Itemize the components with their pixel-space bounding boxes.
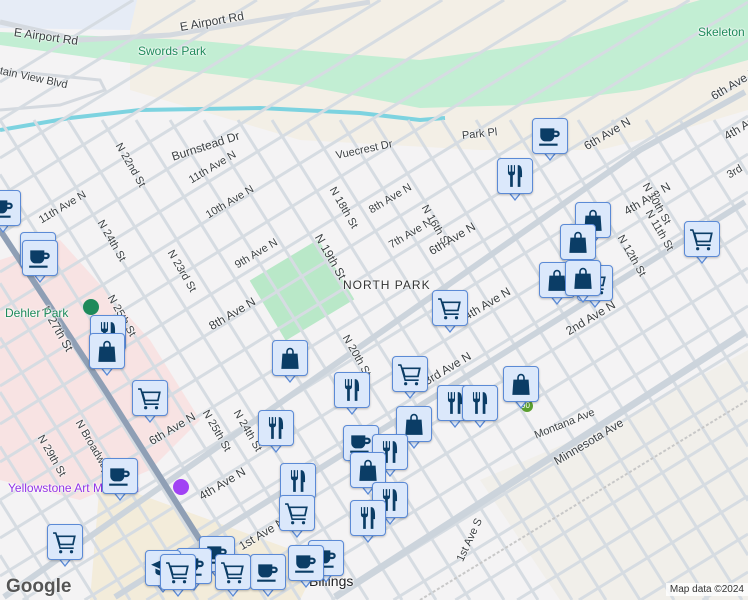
shopping-cart-icon [690, 229, 713, 251]
google-logo[interactable]: Google [6, 576, 71, 598]
shopping-marker[interactable] [89, 333, 125, 379]
marker-box [392, 356, 428, 392]
marker-box [160, 554, 196, 590]
shopping-bag-icon [359, 459, 377, 481]
marker-box [22, 240, 58, 276]
restaurant-marker[interactable] [334, 372, 370, 418]
marker-box [250, 554, 286, 590]
marker-box [350, 500, 386, 536]
marker-box [47, 524, 83, 560]
neighborhood-label: NORTH PARK [343, 278, 431, 292]
cafe-marker[interactable] [250, 554, 286, 600]
fork-knife-icon [268, 417, 284, 439]
marker-box [280, 463, 316, 499]
park-label: Swords Park [138, 44, 207, 58]
cart-marker[interactable] [160, 554, 196, 600]
coffee-cup-icon [109, 468, 130, 486]
marker-box [132, 380, 168, 416]
marker-box [0, 190, 21, 226]
marker-box [215, 554, 251, 590]
coffee-cup-icon [0, 200, 13, 218]
shopping-bag-icon [281, 347, 299, 369]
shopping-bag-icon [98, 340, 116, 362]
marker-box [560, 224, 596, 260]
park-label: Dehler Park [5, 306, 69, 320]
marker-box [565, 260, 601, 296]
coffee-cup-icon [257, 564, 278, 582]
shopping-cart-icon [166, 562, 189, 584]
fork-knife-icon [472, 392, 488, 414]
shopping-cart-icon [221, 562, 244, 584]
marker-box [258, 410, 294, 446]
marker-box [497, 158, 533, 194]
cafe-marker[interactable] [102, 458, 138, 504]
fork-knife-icon [290, 470, 306, 492]
cafe-marker[interactable] [532, 118, 568, 164]
shopping-cart-icon [398, 364, 421, 386]
fork-knife-icon [344, 379, 360, 401]
restaurant-marker[interactable] [258, 410, 294, 456]
marker-box [532, 118, 568, 154]
marker-box [89, 333, 125, 369]
cafe-marker[interactable] [288, 545, 324, 591]
shopping-cart-icon [438, 298, 461, 320]
marker-box [432, 290, 468, 326]
marker-box [279, 495, 315, 531]
marker-box [272, 340, 308, 376]
coffee-cup-icon [295, 555, 316, 573]
fork-knife-icon [507, 165, 523, 187]
marker-box [334, 372, 370, 408]
shopping-cart-icon [285, 503, 308, 525]
marker-box [102, 458, 138, 494]
shopping-marker[interactable] [565, 260, 601, 306]
cart-marker[interactable] [215, 554, 251, 600]
cafe-marker[interactable] [22, 240, 58, 286]
fork-knife-icon [360, 507, 376, 529]
shopping-bag-icon [512, 373, 530, 395]
cafe-marker[interactable] [0, 190, 21, 236]
park-label: Skeleton [698, 25, 745, 39]
marker-box [288, 545, 324, 581]
cart-marker[interactable] [132, 380, 168, 426]
restaurant-marker[interactable] [497, 158, 533, 204]
shopping-bag-icon [574, 267, 592, 289]
cart-marker[interactable] [392, 356, 428, 402]
restaurant-marker[interactable] [462, 385, 498, 431]
shopping-cart-icon [53, 532, 76, 554]
coffee-cup-icon [29, 250, 50, 268]
map-attribution[interactable]: Map data ©2024 [665, 583, 748, 596]
marker-box [503, 366, 539, 402]
cart-marker[interactable] [684, 221, 720, 267]
marker-box [462, 385, 498, 421]
cart-marker[interactable] [432, 290, 468, 336]
cart-marker[interactable] [47, 524, 83, 570]
marker-box [684, 221, 720, 257]
shopping-cart-icon [138, 388, 161, 410]
cart-marker[interactable] [279, 495, 315, 541]
coffee-cup-icon [539, 128, 560, 146]
shopping-marker[interactable] [503, 366, 539, 412]
shopping-marker[interactable] [272, 340, 308, 386]
restaurant-marker[interactable] [350, 500, 386, 546]
shopping-bag-icon [569, 231, 587, 253]
